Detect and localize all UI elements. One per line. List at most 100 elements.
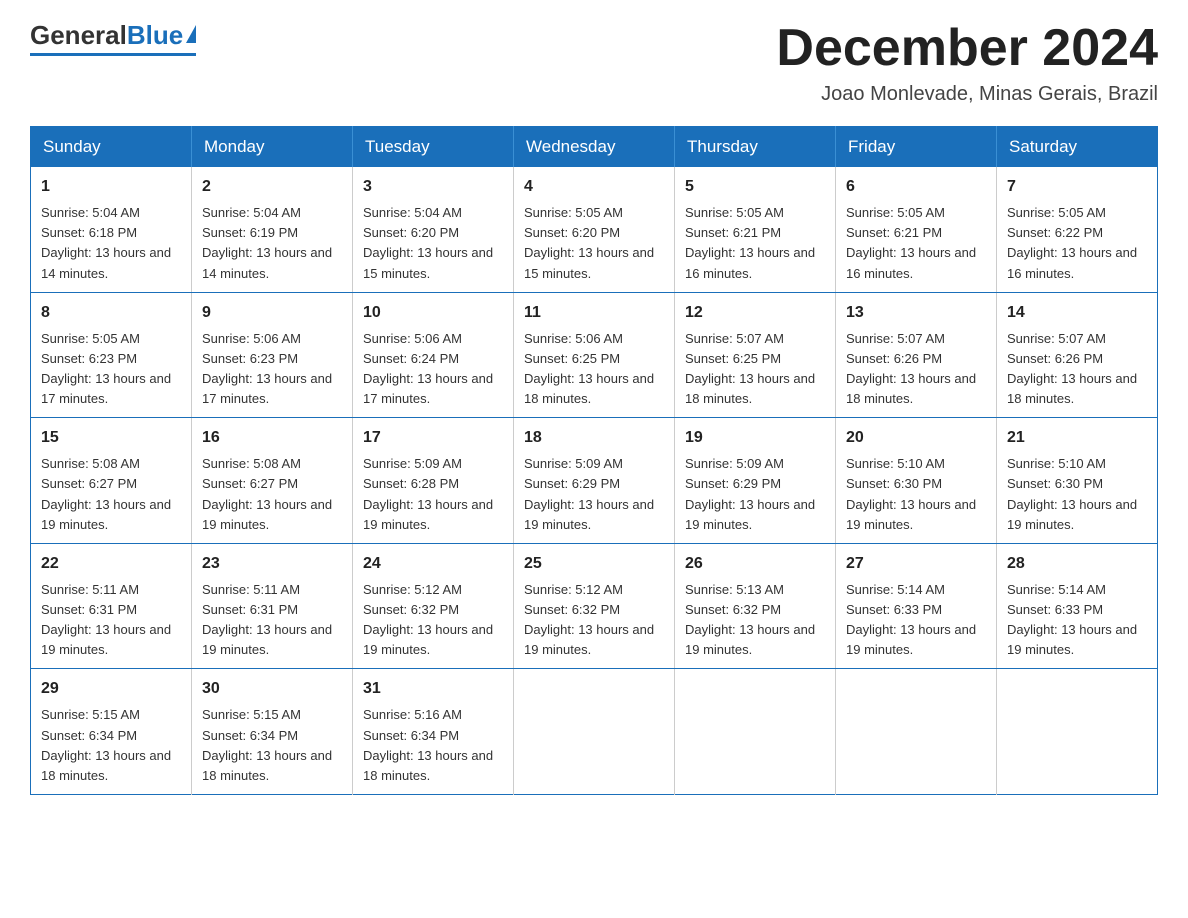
header-saturday: Saturday	[997, 127, 1158, 168]
logo: General Blue	[30, 20, 196, 56]
table-row: 5 Sunrise: 5:05 AMSunset: 6:21 PMDayligh…	[675, 167, 836, 292]
header-monday: Monday	[192, 127, 353, 168]
day-info: Sunrise: 5:05 AMSunset: 6:21 PMDaylight:…	[846, 205, 976, 280]
logo-blue-part: Blue	[127, 20, 196, 51]
table-row: 13 Sunrise: 5:07 AMSunset: 6:26 PMDaylig…	[836, 292, 997, 418]
table-row: 17 Sunrise: 5:09 AMSunset: 6:28 PMDaylig…	[353, 418, 514, 544]
table-row: 6 Sunrise: 5:05 AMSunset: 6:21 PMDayligh…	[836, 167, 997, 292]
table-row: 2 Sunrise: 5:04 AMSunset: 6:19 PMDayligh…	[192, 167, 353, 292]
table-row: 18 Sunrise: 5:09 AMSunset: 6:29 PMDaylig…	[514, 418, 675, 544]
day-number: 29	[41, 677, 181, 701]
calendar-week-row: 22 Sunrise: 5:11 AMSunset: 6:31 PMDaylig…	[31, 543, 1158, 669]
logo-blue-text: Blue	[127, 20, 183, 51]
day-number: 19	[685, 426, 825, 450]
table-row: 8 Sunrise: 5:05 AMSunset: 6:23 PMDayligh…	[31, 292, 192, 418]
table-row: 4 Sunrise: 5:05 AMSunset: 6:20 PMDayligh…	[514, 167, 675, 292]
table-row: 16 Sunrise: 5:08 AMSunset: 6:27 PMDaylig…	[192, 418, 353, 544]
table-row: 25 Sunrise: 5:12 AMSunset: 6:32 PMDaylig…	[514, 543, 675, 669]
title-area: December 2024 Joao Monlevade, Minas Gera…	[776, 20, 1158, 106]
day-info: Sunrise: 5:16 AMSunset: 6:34 PMDaylight:…	[363, 707, 493, 782]
day-number: 4	[524, 175, 664, 199]
table-row: 21 Sunrise: 5:10 AMSunset: 6:30 PMDaylig…	[997, 418, 1158, 544]
page-header: General Blue December 2024 Joao Monlevad…	[30, 20, 1158, 106]
day-info: Sunrise: 5:07 AMSunset: 6:26 PMDaylight:…	[846, 331, 976, 406]
day-number: 14	[1007, 301, 1147, 325]
table-row	[514, 669, 675, 795]
calendar-week-row: 1 Sunrise: 5:04 AMSunset: 6:18 PMDayligh…	[31, 167, 1158, 292]
table-row: 7 Sunrise: 5:05 AMSunset: 6:22 PMDayligh…	[997, 167, 1158, 292]
table-row: 28 Sunrise: 5:14 AMSunset: 6:33 PMDaylig…	[997, 543, 1158, 669]
day-number: 27	[846, 552, 986, 576]
table-row	[997, 669, 1158, 795]
day-number: 30	[202, 677, 342, 701]
table-row	[675, 669, 836, 795]
day-info: Sunrise: 5:15 AMSunset: 6:34 PMDaylight:…	[202, 707, 332, 782]
day-number: 26	[685, 552, 825, 576]
day-number: 7	[1007, 175, 1147, 199]
header-sunday: Sunday	[31, 127, 192, 168]
table-row: 22 Sunrise: 5:11 AMSunset: 6:31 PMDaylig…	[31, 543, 192, 669]
day-info: Sunrise: 5:05 AMSunset: 6:22 PMDaylight:…	[1007, 205, 1137, 280]
day-number: 15	[41, 426, 181, 450]
day-info: Sunrise: 5:09 AMSunset: 6:28 PMDaylight:…	[363, 456, 493, 531]
day-info: Sunrise: 5:05 AMSunset: 6:21 PMDaylight:…	[685, 205, 815, 280]
table-row: 3 Sunrise: 5:04 AMSunset: 6:20 PMDayligh…	[353, 167, 514, 292]
day-info: Sunrise: 5:14 AMSunset: 6:33 PMDaylight:…	[1007, 582, 1137, 657]
logo-triangle-icon	[186, 25, 196, 43]
day-number: 10	[363, 301, 503, 325]
day-info: Sunrise: 5:07 AMSunset: 6:25 PMDaylight:…	[685, 331, 815, 406]
calendar-header-row: Sunday Monday Tuesday Wednesday Thursday…	[31, 127, 1158, 168]
table-row: 10 Sunrise: 5:06 AMSunset: 6:24 PMDaylig…	[353, 292, 514, 418]
header-thursday: Thursday	[675, 127, 836, 168]
day-info: Sunrise: 5:09 AMSunset: 6:29 PMDaylight:…	[685, 456, 815, 531]
day-info: Sunrise: 5:04 AMSunset: 6:18 PMDaylight:…	[41, 205, 171, 280]
day-number: 1	[41, 175, 181, 199]
day-number: 8	[41, 301, 181, 325]
table-row: 15 Sunrise: 5:08 AMSunset: 6:27 PMDaylig…	[31, 418, 192, 544]
day-info: Sunrise: 5:07 AMSunset: 6:26 PMDaylight:…	[1007, 331, 1137, 406]
calendar-week-row: 15 Sunrise: 5:08 AMSunset: 6:27 PMDaylig…	[31, 418, 1158, 544]
logo-general-text: General	[30, 20, 127, 51]
day-number: 11	[524, 301, 664, 325]
day-number: 20	[846, 426, 986, 450]
day-number: 2	[202, 175, 342, 199]
day-number: 28	[1007, 552, 1147, 576]
day-number: 17	[363, 426, 503, 450]
day-info: Sunrise: 5:11 AMSunset: 6:31 PMDaylight:…	[41, 582, 171, 657]
table-row: 23 Sunrise: 5:11 AMSunset: 6:31 PMDaylig…	[192, 543, 353, 669]
day-info: Sunrise: 5:14 AMSunset: 6:33 PMDaylight:…	[846, 582, 976, 657]
day-number: 23	[202, 552, 342, 576]
calendar-week-row: 29 Sunrise: 5:15 AMSunset: 6:34 PMDaylig…	[31, 669, 1158, 795]
table-row: 11 Sunrise: 5:06 AMSunset: 6:25 PMDaylig…	[514, 292, 675, 418]
day-info: Sunrise: 5:08 AMSunset: 6:27 PMDaylight:…	[202, 456, 332, 531]
table-row: 26 Sunrise: 5:13 AMSunset: 6:32 PMDaylig…	[675, 543, 836, 669]
day-info: Sunrise: 5:04 AMSunset: 6:19 PMDaylight:…	[202, 205, 332, 280]
day-number: 22	[41, 552, 181, 576]
day-info: Sunrise: 5:10 AMSunset: 6:30 PMDaylight:…	[846, 456, 976, 531]
day-number: 18	[524, 426, 664, 450]
day-number: 9	[202, 301, 342, 325]
location-subtitle: Joao Monlevade, Minas Gerais, Brazil	[776, 83, 1158, 106]
table-row: 12 Sunrise: 5:07 AMSunset: 6:25 PMDaylig…	[675, 292, 836, 418]
day-info: Sunrise: 5:12 AMSunset: 6:32 PMDaylight:…	[363, 582, 493, 657]
table-row: 1 Sunrise: 5:04 AMSunset: 6:18 PMDayligh…	[31, 167, 192, 292]
day-info: Sunrise: 5:06 AMSunset: 6:25 PMDaylight:…	[524, 331, 654, 406]
day-number: 6	[846, 175, 986, 199]
day-number: 21	[1007, 426, 1147, 450]
day-info: Sunrise: 5:05 AMSunset: 6:20 PMDaylight:…	[524, 205, 654, 280]
day-info: Sunrise: 5:10 AMSunset: 6:30 PMDaylight:…	[1007, 456, 1137, 531]
day-number: 24	[363, 552, 503, 576]
day-info: Sunrise: 5:06 AMSunset: 6:23 PMDaylight:…	[202, 331, 332, 406]
day-number: 16	[202, 426, 342, 450]
table-row: 29 Sunrise: 5:15 AMSunset: 6:34 PMDaylig…	[31, 669, 192, 795]
table-row: 27 Sunrise: 5:14 AMSunset: 6:33 PMDaylig…	[836, 543, 997, 669]
table-row: 14 Sunrise: 5:07 AMSunset: 6:26 PMDaylig…	[997, 292, 1158, 418]
day-number: 3	[363, 175, 503, 199]
header-wednesday: Wednesday	[514, 127, 675, 168]
table-row: 19 Sunrise: 5:09 AMSunset: 6:29 PMDaylig…	[675, 418, 836, 544]
table-row: 20 Sunrise: 5:10 AMSunset: 6:30 PMDaylig…	[836, 418, 997, 544]
day-info: Sunrise: 5:05 AMSunset: 6:23 PMDaylight:…	[41, 331, 171, 406]
day-info: Sunrise: 5:04 AMSunset: 6:20 PMDaylight:…	[363, 205, 493, 280]
table-row: 30 Sunrise: 5:15 AMSunset: 6:34 PMDaylig…	[192, 669, 353, 795]
day-info: Sunrise: 5:12 AMSunset: 6:32 PMDaylight:…	[524, 582, 654, 657]
